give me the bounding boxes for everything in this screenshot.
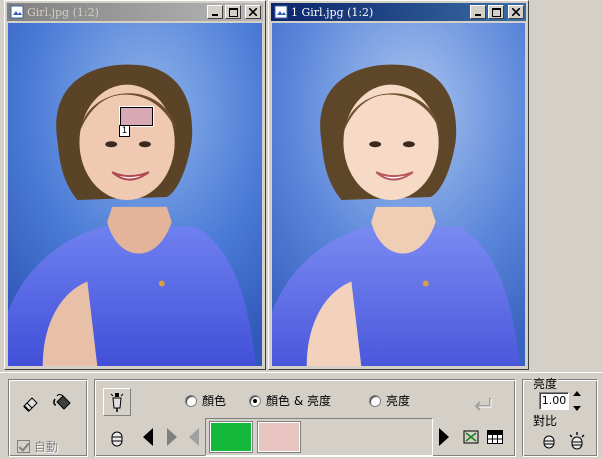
return-arrow-icon[interactable]	[471, 394, 495, 416]
radio-color-brightness-dot[interactable]	[249, 394, 261, 407]
brightness-label: 亮度	[532, 375, 559, 392]
original-image-title: Girl.jpg (1:2)	[27, 5, 99, 19]
eraser-icon[interactable]	[19, 392, 43, 414]
next-sample-arrow[interactable]	[167, 428, 177, 446]
contrast-label: 對比	[532, 412, 559, 429]
radio-color-brightness[interactable]: 顏色 & 亮度	[249, 392, 331, 409]
paint-bucket-icon[interactable]	[51, 392, 75, 414]
previous-sample-arrow[interactable]	[143, 428, 153, 446]
radio-color-dot[interactable]	[185, 394, 197, 407]
original-photo[interactable]: 1	[8, 23, 262, 366]
dropper-icon[interactable]	[103, 388, 131, 416]
workspace-background	[532, 0, 602, 372]
sample-number-label: 1	[119, 125, 130, 137]
girl-photo-adjusted	[272, 23, 525, 366]
target-color-swatch[interactable]	[209, 421, 253, 453]
close-button[interactable]	[508, 5, 524, 19]
adjusted-image-title: 1 Girl.jpg (1:2)	[291, 5, 374, 19]
scroll-left-arrow[interactable]	[189, 428, 199, 446]
mask-icon[interactable]	[105, 428, 129, 450]
spin-down-arrow[interactable]	[573, 406, 581, 411]
source-color-swatch[interactable]	[257, 421, 301, 453]
original-image-window[interactable]: Girl.jpg (1:2) 1	[4, 0, 266, 370]
radio-color-label: 顏色	[202, 394, 227, 408]
color-swatch-strip	[205, 418, 433, 456]
original-image-titlebar[interactable]: Girl.jpg (1:2)	[7, 3, 263, 21]
adjusted-image-window[interactable]: 1 Girl.jpg (1:2)	[268, 0, 529, 370]
adjusted-photo[interactable]	[272, 23, 525, 366]
image-file-icon	[10, 5, 24, 19]
contrast-increase-icon[interactable]	[565, 430, 589, 452]
brightness-spinner[interactable]	[572, 391, 582, 411]
radio-brightness[interactable]: 亮度	[369, 392, 410, 409]
minimize-button[interactable]	[470, 5, 486, 19]
color-sample-rectangle[interactable]	[119, 106, 154, 127]
girl-photo-original	[8, 23, 262, 366]
radio-brightness-label: 亮度	[386, 394, 411, 408]
close-button[interactable]	[245, 5, 261, 19]
radio-brightness-dot[interactable]	[369, 394, 381, 407]
brightness-input[interactable]: 1.00	[539, 392, 569, 410]
auto-checkbox-box[interactable]	[17, 440, 30, 453]
auto-label: 自動	[34, 440, 59, 454]
grid-icon[interactable]	[483, 426, 507, 448]
scroll-right-arrow[interactable]	[439, 428, 449, 446]
adjusted-image-titlebar[interactable]: 1 Girl.jpg (1:2)	[271, 3, 526, 21]
tool-group-brightness: 亮度 1.00 對比	[522, 375, 598, 457]
minimize-button[interactable]	[207, 5, 223, 19]
contrast-decrease-icon[interactable]	[537, 430, 561, 452]
color-adjust-toolbar: 自動 顏色 顏色 & 亮度 亮度 亮度 1.00 對比	[0, 372, 602, 459]
radio-color[interactable]: 顏色	[185, 392, 226, 409]
image-file-icon	[274, 5, 288, 19]
spin-up-arrow[interactable]	[573, 391, 581, 396]
auto-checkbox[interactable]: 自動	[17, 438, 58, 455]
maximize-button[interactable]	[488, 5, 504, 19]
fit-icon[interactable]	[459, 426, 483, 448]
tool-group-color: 顏色 顏色 & 亮度 亮度	[94, 379, 516, 457]
maximize-button[interactable]	[225, 5, 241, 19]
radio-color-brightness-label: 顏色 & 亮度	[266, 394, 331, 408]
tool-group-left: 自動	[8, 379, 88, 457]
